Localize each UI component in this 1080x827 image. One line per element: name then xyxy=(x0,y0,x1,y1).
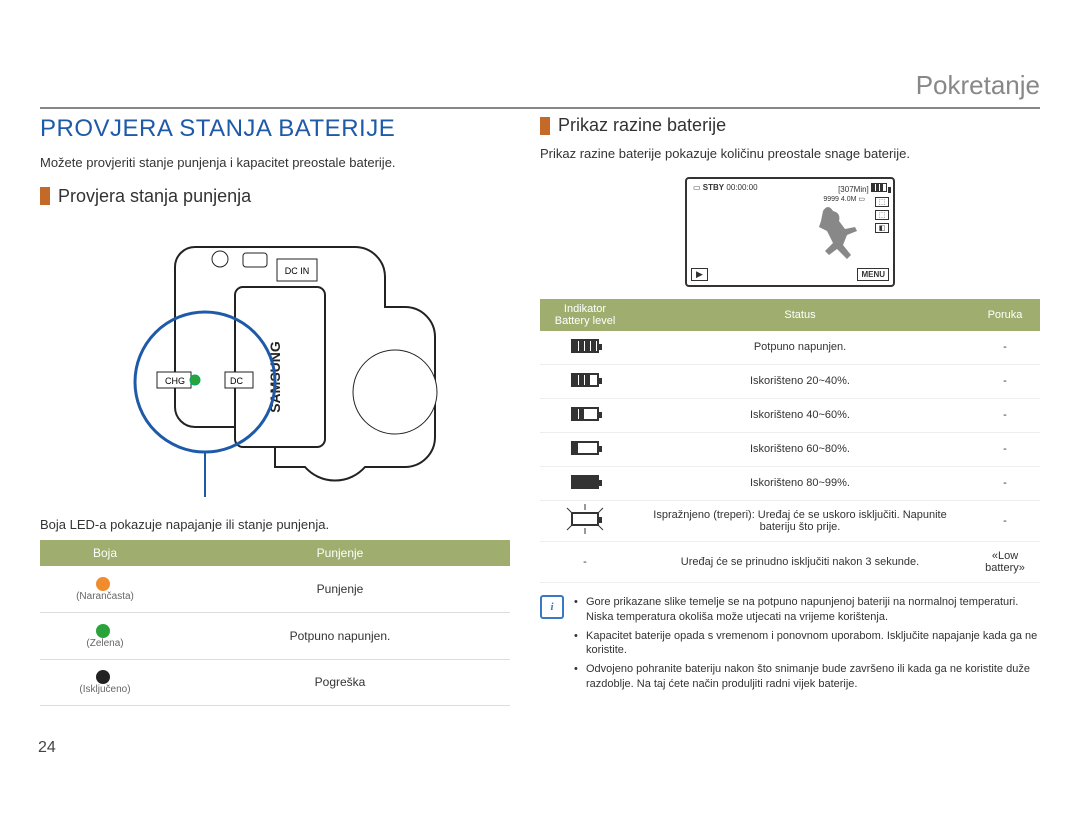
batt-status: Potpuno napunjen. xyxy=(630,331,970,365)
batt-th-indicator: Indikator Battery level xyxy=(540,299,630,331)
battery-icon xyxy=(571,512,599,526)
battery-icon xyxy=(571,373,599,387)
sub-heading-label: Prikaz razine baterije xyxy=(558,115,726,136)
batt-msg: - xyxy=(970,466,1040,500)
battery-icon xyxy=(571,475,599,489)
note-icon: i xyxy=(540,595,564,619)
section-title: PROVJERA STANJA BATERIJE xyxy=(40,115,510,143)
lcd-menu-button: MENU xyxy=(857,268,889,281)
led-state: Potpuno napunjen. xyxy=(170,612,510,659)
batt-msg: - xyxy=(970,331,1040,365)
led-caption: Boja LED-a pokazuje napajanje ili stanje… xyxy=(40,517,510,532)
led-dot-orange xyxy=(96,577,110,591)
note-item: Kapacitet baterije opada s vremenom i po… xyxy=(574,629,1040,659)
battery-icon xyxy=(871,183,887,192)
lcd-time: 00:00:00 xyxy=(726,183,757,192)
led-th-state: Punjenje xyxy=(170,540,510,566)
batt-msg: - xyxy=(970,500,1040,541)
table-row: (Narančasta) Punjenje xyxy=(40,566,510,612)
batt-th-status: Status xyxy=(630,299,970,331)
table-row: Iskorišteno 20~40%.- xyxy=(540,364,1040,398)
led-dot-green xyxy=(96,624,110,638)
lcd-stby: STBY xyxy=(703,183,724,192)
sub-heading-charge: Provjera stanja punjenja xyxy=(40,186,510,207)
svg-text:DC: DC xyxy=(230,376,243,386)
led-state: Pogreška xyxy=(170,659,510,706)
led-dot-off xyxy=(96,670,110,684)
batt-th-msg: Poruka xyxy=(970,299,1040,331)
lcd-side-icons: ⬚ ⬚ ◧ xyxy=(875,197,889,233)
led-color-table: Boja Punjenje (Narančasta) Punjenje (Zel… xyxy=(40,540,510,706)
lcd-play-button: ▶ xyxy=(691,268,708,281)
header-rule xyxy=(40,107,1040,109)
batt-status: Iskorišteno 60~80%. xyxy=(630,432,970,466)
battery-icon xyxy=(571,407,599,421)
svg-text:CHG: CHG xyxy=(165,376,185,386)
batt-indicator-cell xyxy=(540,432,630,466)
batt-indicator-cell: - xyxy=(540,541,630,582)
lcd-card-icon: ▭ xyxy=(693,183,701,192)
mode-icon: ⬚ xyxy=(875,197,889,207)
batt-indicator-cell xyxy=(540,331,630,365)
batt-msg: - xyxy=(970,432,1040,466)
table-row: -Uređaj će se prinudno isključiti nakon … xyxy=(540,541,1040,582)
section-desc: Možete provjeriti stanje punjenja i kapa… xyxy=(40,155,510,172)
level-desc: Prikaz razine baterije pokazuje količinu… xyxy=(540,146,1040,163)
led-color-label: (Isključeno) xyxy=(48,684,162,695)
batt-indicator-cell xyxy=(540,466,630,500)
lcd-remain: [307Min] xyxy=(838,185,869,194)
batt-status: Iskorišteno 20~40%. xyxy=(630,364,970,398)
batt-status: Ispražnjeno (treperi): Uređaj će se usko… xyxy=(630,500,970,541)
led-color-label: (Narančasta) xyxy=(48,591,162,602)
battery-icon xyxy=(571,441,599,455)
table-row: Iskorišteno 80~99%.- xyxy=(540,466,1040,500)
mode-icon: ⬚ xyxy=(875,210,889,220)
note-item: Odvojeno pohranite bateriju nakon što sn… xyxy=(574,662,1040,692)
note-item: Gore prikazane slike temelje se na potpu… xyxy=(574,595,1040,625)
page-number: 24 xyxy=(38,739,56,757)
led-state: Punjenje xyxy=(170,566,510,612)
led-color-label: (Zelena) xyxy=(48,638,162,649)
svg-text:DC IN: DC IN xyxy=(285,266,310,276)
note-box: i Gore prikazane slike temelje se na pot… xyxy=(540,595,1040,696)
table-row: (Isključeno) Pogreška xyxy=(40,659,510,706)
table-row: Ispražnjeno (treperi): Uređaj će se usko… xyxy=(540,500,1040,541)
mode-icon: ◧ xyxy=(875,223,889,233)
led-th-color: Boja xyxy=(40,540,170,566)
table-row: Iskorišteno 60~80%.- xyxy=(540,432,1040,466)
breadcrumb: Pokretanje xyxy=(40,70,1040,101)
batt-indicator-cell xyxy=(540,500,630,541)
skater-silhouette xyxy=(803,201,863,261)
lcd-preview: ▭ STBY 00:00:00 [307Min] 9999 4.0M ▭ ⬚ ⬚… xyxy=(685,177,895,287)
batt-status: Iskorišteno 40~60%. xyxy=(630,398,970,432)
batt-status: Uređaj će se prinudno isključiti nakon 3… xyxy=(630,541,970,582)
camera-diagram: SAMSUNG DC IN CHG xyxy=(105,217,445,497)
sub-heading-level: Prikaz razine baterije xyxy=(540,115,1040,136)
batt-msg: - xyxy=(970,398,1040,432)
table-row: (Zelena) Potpuno napunjen. xyxy=(40,612,510,659)
battery-level-table: Indikator Battery level Status Poruka Po… xyxy=(540,299,1040,583)
table-row: Iskorišteno 40~60%.- xyxy=(540,398,1040,432)
battery-icon xyxy=(571,339,599,353)
batt-msg: - xyxy=(970,364,1040,398)
batt-indicator-cell xyxy=(540,364,630,398)
batt-status: Iskorišteno 80~99%. xyxy=(630,466,970,500)
table-row: Potpuno napunjen.- xyxy=(540,331,1040,365)
notes-list: Gore prikazane slike temelje se na potpu… xyxy=(574,595,1040,696)
batt-indicator-cell xyxy=(540,398,630,432)
sub-heading-label: Provjera stanja punjenja xyxy=(58,186,251,207)
batt-msg: «Low battery» xyxy=(970,541,1040,582)
